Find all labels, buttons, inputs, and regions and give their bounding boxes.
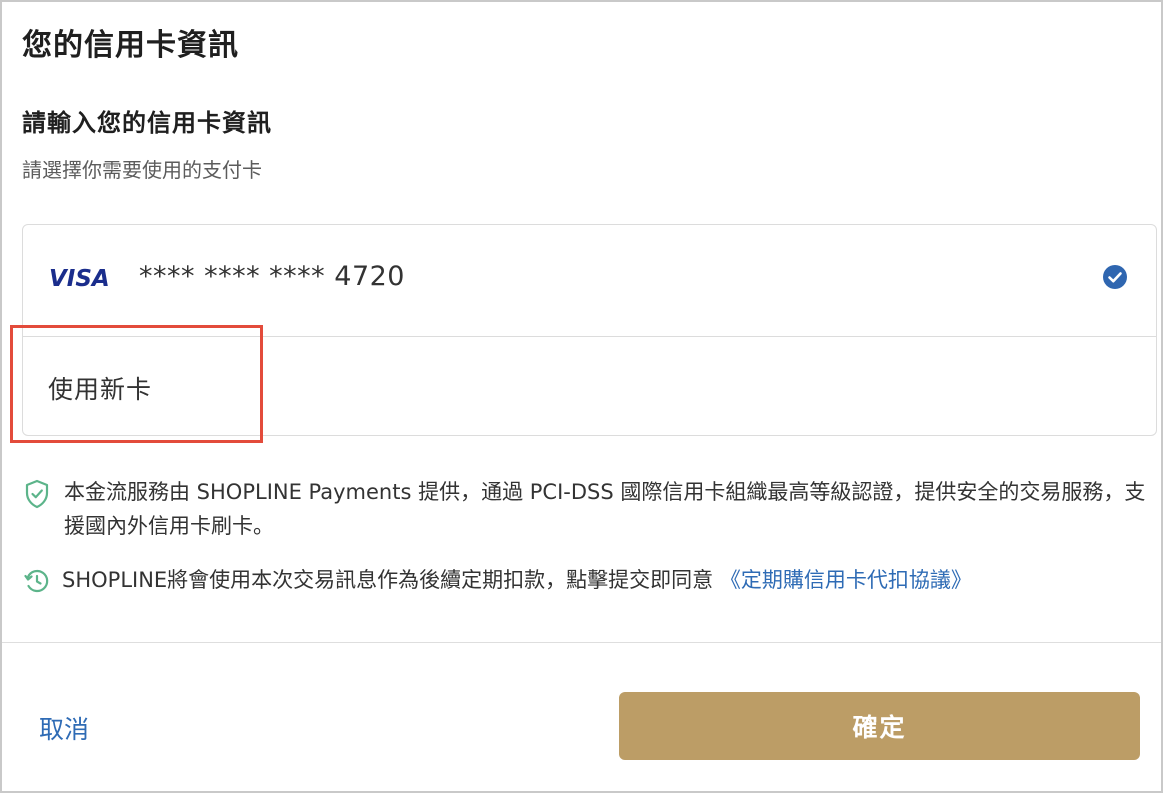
shield-check-icon — [25, 479, 49, 509]
modal-title: 您的信用卡資訊 — [22, 28, 239, 63]
security-info-text: 本金流服務由 SHOPLINE Payments 提供，通過 PCI-DSS 國… — [64, 480, 1146, 538]
agreement-link[interactable]: 《定期購信用卡代扣協議》 — [720, 568, 972, 592]
highlight-annotation — [10, 325, 263, 443]
card-select-hint: 請選擇你需要使用的支付卡 — [22, 158, 262, 182]
clock-refresh-icon — [24, 569, 49, 593]
visa-logo: VISA — [49, 266, 110, 292]
card-last4: 4720 — [334, 261, 405, 292]
check-circle-icon — [1103, 265, 1127, 289]
saved-card-option[interactable]: VISA **** **** **** 4720 — [23, 225, 1156, 337]
recurring-info-text: SHOPLINE將會使用本次交易訊息作為後續定期扣款，點擊提交即同意 — [62, 568, 714, 592]
cancel-button[interactable]: 取消 — [39, 710, 89, 746]
card-number: **** **** **** 4720 — [139, 261, 405, 292]
footer-divider — [2, 642, 1161, 643]
recurring-info: SHOPLINE將會使用本次交易訊息作為後續定期扣款，點擊提交即同意 《定期購信… — [62, 563, 1152, 597]
credit-card-modal: 您的信用卡資訊 請輸入您的信用卡資訊 請選擇你需要使用的支付卡 VISA ***… — [0, 0, 1163, 793]
card-number-mask: **** **** **** — [139, 261, 326, 292]
section-subtitle: 請輸入您的信用卡資訊 — [22, 109, 272, 137]
confirm-button[interactable]: 確定 — [619, 692, 1140, 760]
